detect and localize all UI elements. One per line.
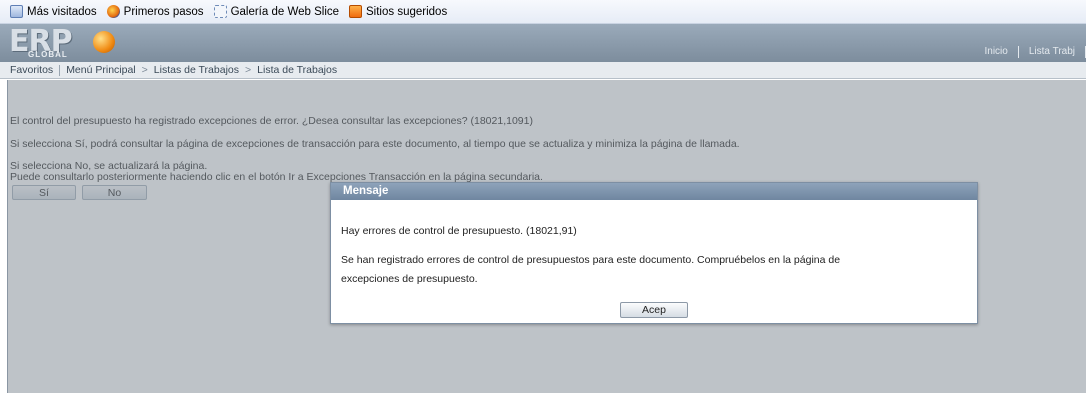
favorite-web-slice[interactable]: Galería de Web Slice [213,5,340,18]
dialog-message-detail-cont: excepciones de presupuesto. [341,273,478,285]
favorites-bar: Más visitados Primeros pasos Galería de … [0,0,1086,24]
nav-bar: Favoritos Menú Principal > Listas de Tra… [0,62,1086,79]
accept-button[interactable]: Acep [620,302,688,318]
page-icon [10,5,23,18]
erp-global-logo[interactable]: ERP GLOBAL [9,24,119,60]
suggested-sites-icon [349,5,363,18]
firefox-icon [106,5,120,18]
favorite-label: Sitios sugeridos [366,5,448,18]
nav-divider [59,64,61,76]
dialog-title: Mensaje [331,183,977,200]
nav-menu-principal[interactable]: Menú Principal [66,64,135,76]
favorite-sitios-sugeridos[interactable]: Sitios sugeridos [349,5,447,18]
favorite-label: Primeros pasos [123,5,204,18]
app-header: ERP GLOBAL Inicio Lista Trabj [0,24,1086,62]
nav-lista-trabajos[interactable]: Lista de Trabajos [257,64,337,76]
nav-listas-trabajos[interactable]: Listas de Trabajos [154,64,239,76]
dialog-message-error: Hay errores de control de presupuesto. (… [341,225,577,237]
header-links: Inicio Lista Trabj [975,46,1086,58]
left-panel-edge [0,80,8,393]
web-slice-icon [213,5,227,18]
logo-ball-icon [93,31,115,53]
nav-favoritos[interactable]: Favoritos [10,64,53,76]
favorite-label: Galería de Web Slice [230,5,340,18]
breadcrumb-arrow-icon: > [245,64,252,76]
breadcrumb-arrow-icon: > [141,64,148,76]
dialog-message-detail: Se han registrado errores de control de … [341,254,841,266]
logo-subtext: GLOBAL [28,50,68,59]
favorite-label: Más visitados [27,5,97,18]
message-dialog: Mensaje Hay errores de control de presup… [330,182,978,324]
link-lista-trabajo[interactable]: Lista Trabj [1019,46,1085,58]
favorite-primeros-pasos[interactable]: Primeros pasos [106,5,204,18]
favorite-mas-visitados[interactable]: Más visitados [10,5,97,18]
link-inicio[interactable]: Inicio [975,46,1018,58]
